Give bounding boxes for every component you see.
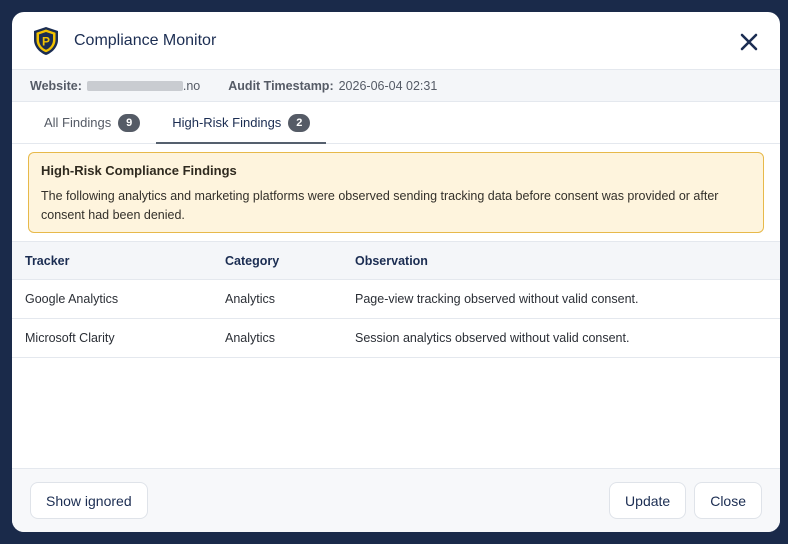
alert-title: High-Risk Compliance Findings bbox=[41, 163, 237, 178]
observation-cell: Session analytics observed without valid… bbox=[342, 318, 780, 358]
tracker-cell: Microsoft Clarity bbox=[12, 318, 212, 358]
tab-all-findings[interactable]: All Findings 9 bbox=[28, 102, 156, 143]
modal-title: Compliance Monitor bbox=[74, 31, 217, 49]
audit-meta-bar: Website: .no Audit Timestamp: 2026-06-04… bbox=[12, 70, 780, 102]
close-icon bbox=[740, 33, 758, 51]
modal-header: P Compliance Monitor bbox=[12, 12, 780, 70]
alert-text: The following analytics and marketing pl… bbox=[41, 189, 719, 222]
count-badge: 2 bbox=[288, 113, 311, 132]
website-suffix: .no bbox=[182, 78, 201, 93]
compliance-modal: P Compliance Monitor Website: .no Audit … bbox=[12, 12, 780, 532]
count-badge: 9 bbox=[118, 113, 141, 132]
audit-timestamp-label: Audit Timestamp: bbox=[228, 78, 334, 93]
category-cell: Analytics bbox=[212, 318, 342, 358]
audit-timestamp-value: 2026-06-04 02:31 bbox=[338, 78, 438, 93]
high-risk-alert: High-Risk Compliance Findings The follow… bbox=[28, 152, 764, 233]
column-header-observation: Observation bbox=[342, 241, 780, 280]
tab-high-risk-findings[interactable]: High-Risk Findings 2 bbox=[156, 102, 327, 144]
findings-tabs: All Findings 9 High-Risk Findings 2 bbox=[12, 102, 780, 144]
table-row: Microsoft Clarity Analytics Session anal… bbox=[12, 318, 780, 358]
column-header-category: Category bbox=[212, 241, 342, 280]
modal-footer: Show ignored Update Close bbox=[12, 468, 780, 532]
show-ignored-button[interactable]: Show ignored bbox=[30, 482, 148, 519]
tab-label: High-Risk Findings bbox=[172, 115, 282, 130]
redacted-domain bbox=[86, 80, 183, 91]
update-button[interactable]: Update bbox=[609, 482, 687, 519]
table-row: Google Analytics Analytics Page-view tra… bbox=[12, 279, 780, 319]
findings-table: Tracker Category Observation Google Anal… bbox=[12, 241, 780, 358]
category-cell: Analytics bbox=[212, 279, 342, 319]
logo-letter: P bbox=[42, 34, 50, 48]
tracker-cell: Google Analytics bbox=[12, 279, 212, 319]
observation-cell: Page-view tracking observed without vali… bbox=[342, 279, 780, 319]
close-icon-button[interactable] bbox=[734, 27, 764, 57]
table-header-row: Tracker Category Observation bbox=[12, 241, 780, 280]
shield-logo-icon: P bbox=[34, 26, 58, 55]
website-label: Website: bbox=[30, 78, 82, 93]
column-header-tracker: Tracker bbox=[12, 241, 212, 280]
close-button[interactable]: Close bbox=[694, 482, 762, 519]
tab-label: All Findings bbox=[44, 115, 112, 130]
